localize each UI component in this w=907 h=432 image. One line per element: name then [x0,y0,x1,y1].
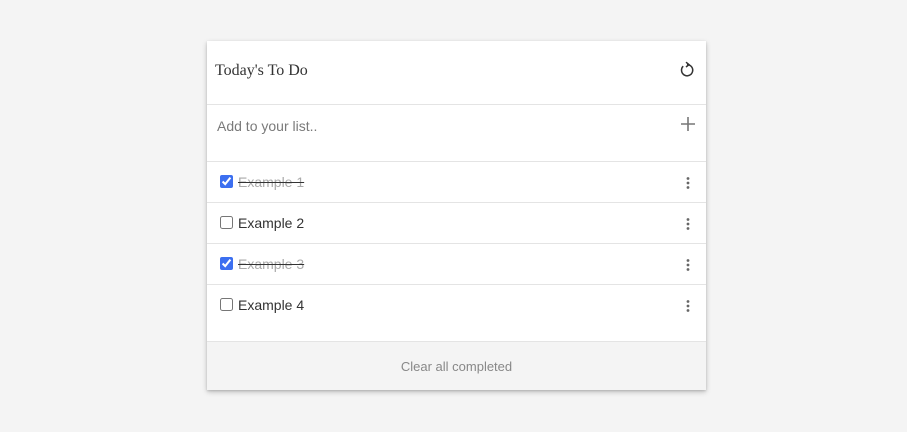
add-item-input[interactable] [217,115,657,137]
item-label: Example 3 [238,256,305,272]
item-label: Example 2 [238,215,305,231]
add-item-row [207,105,706,162]
item-label: Example 4 [238,297,305,313]
todo-header: Today's To Do [207,41,706,105]
list-item: Example 2 [207,203,706,244]
item-checkbox[interactable] [220,216,233,229]
todo-list: Example 1 Example 2 Example 3 Example 4 [207,162,706,326]
item-checkbox[interactable] [220,257,233,270]
list-item: Example 4 [207,285,706,326]
more-vertical-icon[interactable] [684,258,692,272]
item-label: Example 1 [238,174,305,190]
refresh-icon[interactable] [679,61,695,79]
page-title: Today's To Do [215,62,308,79]
todo-card: Today's To Do Example 1 Example 2 [207,41,706,390]
clear-completed-button[interactable]: Clear all completed [207,342,706,391]
todo-footer: Clear all completed [207,341,706,390]
item-checkbox[interactable] [220,298,233,311]
list-item: Example 3 [207,244,706,285]
list-item: Example 1 [207,162,706,203]
more-vertical-icon[interactable] [684,176,692,190]
more-vertical-icon[interactable] [684,217,692,231]
plus-icon[interactable] [680,116,696,132]
item-checkbox[interactable] [220,175,233,188]
more-vertical-icon[interactable] [684,299,692,313]
